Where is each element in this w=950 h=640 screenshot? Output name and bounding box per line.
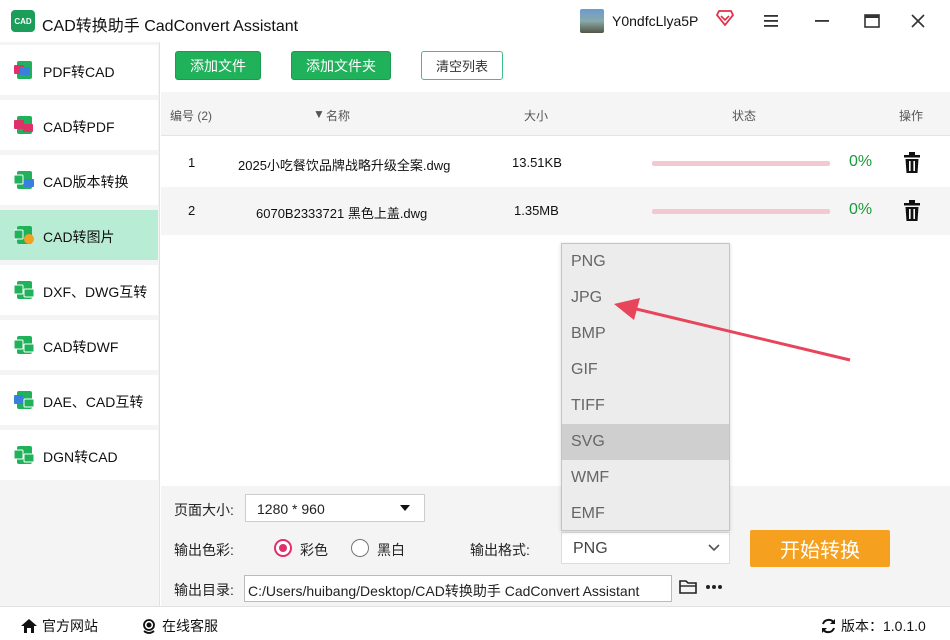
refresh-icon bbox=[822, 618, 835, 634]
app-logo: CAD bbox=[11, 10, 35, 32]
sidebar-item-label: DXF、DWG互转 bbox=[43, 284, 148, 300]
row-file-size: 1.35MB bbox=[514, 203, 559, 218]
vip-diamond-icon[interactable] bbox=[716, 10, 734, 26]
menu-icon[interactable] bbox=[757, 8, 785, 34]
file-table-header: 编号 (2) ▼ 名称 大小 状态 操作 bbox=[161, 92, 950, 136]
output-dir-value: C:/Users/huibang/Desktop/CAD转换助手 CadConv… bbox=[248, 583, 640, 599]
sidebar-item-dxf-dwg[interactable]: DXF、DWG互转 bbox=[0, 265, 158, 315]
sidebar-item-label: CAD转PDF bbox=[43, 119, 115, 135]
status-bar: 官方网站 在线客服 版本：1.0.1.0 bbox=[0, 606, 950, 640]
format-value: PNG bbox=[573, 540, 608, 557]
sidebar: PDF转CAD CAD转PDF CAD版本转换 CAD转图片 DXF、DWG互转… bbox=[0, 42, 160, 606]
app-title: CAD转换助手 CadConvert Assistant bbox=[42, 18, 299, 35]
color-radio[interactable] bbox=[274, 539, 292, 557]
dae-cad-icon bbox=[14, 391, 35, 409]
close-icon[interactable] bbox=[904, 8, 932, 34]
row-file-name: 6070B2333721 黑色上盖.dwg bbox=[256, 206, 428, 221]
minimize-icon[interactable] bbox=[808, 8, 836, 34]
version-label: 版本：1.0.1.0 bbox=[841, 618, 926, 634]
sidebar-item-cad-to-pdf[interactable]: CAD转PDF bbox=[0, 100, 158, 150]
annotation-arrow bbox=[614, 298, 851, 362]
format-select[interactable]: PNG bbox=[561, 532, 730, 564]
sidebar-item-cad-to-image[interactable]: CAD转图片 bbox=[0, 210, 158, 260]
add-file-button[interactable]: 添加文件 bbox=[175, 51, 261, 80]
delete-trash-icon[interactable] bbox=[903, 152, 921, 174]
column-index[interactable]: 编号 (2) bbox=[170, 107, 212, 124]
color-option-label[interactable]: 彩色 bbox=[300, 540, 328, 560]
sidebar-item-dae-cad[interactable]: DAE、CAD互转 bbox=[0, 375, 158, 425]
dxf-dwg-icon bbox=[14, 281, 35, 299]
sidebar-item-cad-to-dwf[interactable]: CAD转DWF bbox=[0, 320, 158, 370]
row-file-name: 2025小吃餐饮品牌战略升级全案.dwg bbox=[238, 158, 451, 173]
cad-to-dwf-icon bbox=[14, 336, 35, 354]
column-status: 状态 bbox=[732, 109, 757, 123]
home-icon bbox=[21, 619, 37, 633]
column-name[interactable]: 名称 bbox=[326, 107, 350, 124]
title-bar: CAD CAD转换助手 CadConvert Assistant Y0ndfcL… bbox=[0, 0, 950, 42]
column-action: 操作 bbox=[899, 109, 924, 123]
online-support-link[interactable]: 在线客服 bbox=[141, 616, 218, 636]
format-option-png[interactable]: PNG bbox=[562, 244, 729, 280]
sidebar-item-label: DAE、CAD互转 bbox=[43, 394, 144, 410]
sidebar-item-label: CAD转图片 bbox=[43, 229, 115, 245]
format-label: 输出格式: bbox=[470, 542, 530, 558]
sidebar-item-pdf-to-cad[interactable]: PDF转CAD bbox=[0, 45, 158, 95]
format-option-wmf[interactable]: WMF bbox=[562, 460, 729, 496]
sidebar-item-label: DGN转CAD bbox=[43, 449, 118, 465]
sidebar-item-label: PDF转CAD bbox=[43, 64, 115, 80]
sidebar-item-dgn-to-cad[interactable]: DGN转CAD bbox=[0, 430, 158, 480]
sidebar-item-label: CAD版本转换 bbox=[43, 174, 129, 190]
maximize-icon[interactable] bbox=[858, 8, 886, 34]
bw-radio[interactable] bbox=[351, 539, 369, 557]
row-index: 2 bbox=[188, 203, 196, 218]
add-folder-button[interactable]: 添加文件夹 bbox=[291, 51, 391, 80]
support-icon bbox=[143, 619, 155, 634]
start-convert-button[interactable]: 开始转换 bbox=[750, 530, 890, 567]
format-option-tiff[interactable]: TIFF bbox=[562, 388, 729, 424]
pdf-to-cad-icon bbox=[14, 61, 32, 79]
caret-down-icon bbox=[400, 505, 410, 511]
chevron-down-icon bbox=[708, 544, 720, 552]
cad-to-pdf-icon bbox=[14, 116, 33, 134]
sort-desc-icon[interactable]: ▼ bbox=[313, 107, 325, 121]
row-file-size: 13.51KB bbox=[512, 155, 562, 170]
dgn-to-cad-icon bbox=[14, 446, 35, 464]
delete-trash-icon[interactable] bbox=[903, 200, 921, 222]
more-options-icon[interactable] bbox=[705, 584, 723, 590]
user-name[interactable]: Y0ndfcLlya5P bbox=[612, 13, 698, 29]
sidebar-item-cad-version[interactable]: CAD版本转换 bbox=[0, 155, 158, 205]
page-size-value: 1280 * 960 bbox=[257, 501, 325, 517]
version-info[interactable]: 版本：1.0.1.0 bbox=[820, 616, 926, 636]
page-size-select[interactable]: 1280 * 960 bbox=[245, 494, 425, 522]
bw-option-label[interactable]: 黑白 bbox=[377, 540, 405, 560]
official-website-link[interactable]: 官方网站 bbox=[20, 616, 98, 636]
official-website-label: 官方网站 bbox=[42, 618, 98, 634]
page-size-label: 页面大小: bbox=[174, 502, 234, 518]
row-progress-bar bbox=[652, 161, 830, 166]
output-dir-field[interactable]: C:/Users/huibang/Desktop/CAD转换助手 CadConv… bbox=[244, 575, 672, 602]
table-row[interactable]: 2 6070B2333721 黑色上盖.dwg 1.35MB 0% bbox=[161, 187, 950, 235]
online-support-label: 在线客服 bbox=[162, 618, 218, 634]
user-avatar[interactable] bbox=[580, 9, 604, 33]
row-index: 1 bbox=[188, 155, 196, 170]
format-option-emf[interactable]: EMF bbox=[562, 496, 729, 532]
row-progress-bar bbox=[652, 209, 830, 214]
cad-to-image-icon bbox=[14, 226, 34, 244]
format-option-svg[interactable]: SVG bbox=[562, 424, 729, 460]
row-percent: 0% bbox=[849, 201, 873, 218]
folder-open-icon[interactable] bbox=[679, 579, 698, 595]
cad-version-icon bbox=[14, 171, 34, 189]
table-row[interactable]: 1 2025小吃餐饮品牌战略升级全案.dwg 13.51KB 0% bbox=[161, 139, 950, 187]
format-dropdown: PNG JPG BMP GIF TIFF SVG WMF EMF bbox=[561, 243, 730, 531]
color-label: 输出色彩: bbox=[174, 542, 234, 558]
sidebar-item-label: CAD转DWF bbox=[43, 339, 119, 355]
output-dir-label: 输出目录: bbox=[174, 582, 234, 598]
column-size[interactable]: 大小 bbox=[524, 107, 548, 124]
clear-list-button[interactable]: 清空列表 bbox=[421, 51, 503, 80]
row-percent: 0% bbox=[849, 153, 873, 170]
